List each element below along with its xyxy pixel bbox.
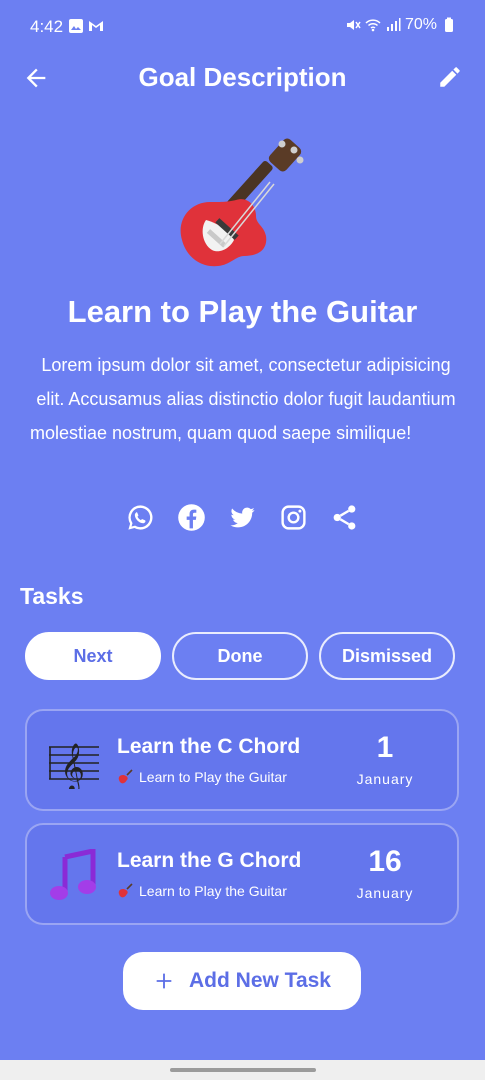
svg-text:𝄞: 𝄞: [60, 742, 85, 789]
task-goal-label: Learn to Play the Guitar: [139, 769, 287, 785]
gmail-icon: [89, 21, 103, 31]
status-time: 4:42: [30, 17, 64, 36]
pencil-icon[interactable]: [437, 64, 463, 90]
add-new-task-button[interactable]: Add New Task: [123, 952, 361, 1010]
task-goal-label: Learn to Play the Guitar: [139, 883, 287, 899]
system-nav-bar: [0, 1060, 485, 1080]
status-right: 70%: [345, 16, 457, 34]
mute-icon: [346, 20, 361, 30]
task-card[interactable]: 𝄞 Learn the C Chord Learn to Play the Gu…: [25, 709, 459, 811]
battery-percent: 70%: [404, 16, 437, 33]
notification-icons: [68, 18, 104, 34]
signal-icon: [386, 18, 401, 31]
home-indicator[interactable]: [170, 1068, 316, 1072]
image-icon: [69, 19, 83, 33]
task-month: January: [356, 771, 414, 787]
status-bar: 4:42 70%: [0, 0, 485, 52]
task-name: Learn the G Chord: [117, 849, 302, 872]
share-row: [126, 503, 359, 532]
task-name: Learn the C Chord: [117, 735, 301, 758]
task-day: 16: [368, 845, 402, 878]
treble-clef-staff-icon: 𝄞: [49, 742, 99, 789]
battery-icon: [445, 17, 453, 32]
task-goal: Learn to Play the Guitar: [117, 769, 287, 785]
tab-done[interactable]: Done: [172, 632, 308, 680]
tasks-heading: Tasks: [20, 583, 84, 609]
goal-title: Learn to Play the Guitar: [67, 294, 418, 329]
tab-next[interactable]: Next: [25, 632, 161, 680]
music-notes-icon: [50, 849, 96, 900]
whatsapp-icon[interactable]: [126, 503, 155, 532]
task-month: January: [356, 885, 414, 901]
wifi-icon: [365, 19, 381, 32]
page-title: Goal Description: [138, 62, 347, 92]
add-new-task-label: Add New Task: [189, 969, 331, 992]
task-card[interactable]: Learn the G Chord Learn to Play the Guit…: [25, 823, 459, 925]
facebook-icon[interactable]: [177, 503, 206, 532]
share-icon[interactable]: [330, 503, 359, 532]
task-tabs: Next Done Dismissed: [25, 632, 455, 680]
goal-description: Lorem ipsum dolor sit amet, consectetur …: [30, 355, 456, 443]
tab-dismissed[interactable]: Dismissed: [319, 632, 455, 680]
instagram-icon[interactable]: [279, 503, 308, 532]
guitar-icon: [118, 769, 133, 784]
app-header: Goal Description: [0, 54, 485, 102]
task-goal: Learn to Play the Guitar: [117, 883, 287, 899]
plus-icon: [156, 973, 172, 989]
guitar-icon: [180, 138, 304, 267]
guitar-icon: [118, 883, 133, 898]
task-day: 1: [376, 731, 394, 764]
twitter-icon[interactable]: [228, 503, 257, 532]
